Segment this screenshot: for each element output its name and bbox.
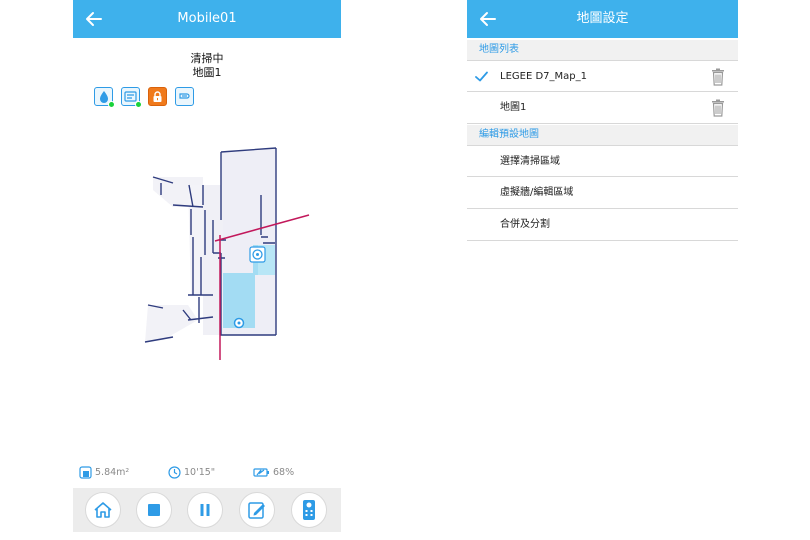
current-map-name: 地圖1 xyxy=(192,66,222,79)
device-title: Mobile01 xyxy=(177,11,237,26)
battery-icon xyxy=(253,468,269,477)
home-icon xyxy=(94,502,112,518)
section-header-edit-map: 編輯預設地圖 xyxy=(467,125,738,145)
remote-control-icon xyxy=(303,500,315,520)
check-icon xyxy=(475,71,488,82)
cleaning-map[interactable] xyxy=(133,145,333,370)
home-button[interactable] xyxy=(85,492,121,528)
remote-control-button[interactable] xyxy=(291,492,327,528)
robot-position-icon xyxy=(233,317,245,329)
section-header-map-list: 地圖列表 xyxy=(467,40,738,60)
area-value: 5.84m² xyxy=(95,467,130,478)
time-value: 10'15" xyxy=(184,467,216,478)
water-drop-icon[interactable] xyxy=(94,87,115,108)
pause-icon xyxy=(200,504,210,516)
edit-map-button[interactable] xyxy=(239,492,275,528)
battery-stat: 68% xyxy=(253,466,294,479)
menu-item-select-area[interactable]: 選擇清掃區域 xyxy=(467,145,738,177)
pause-button[interactable] xyxy=(187,492,223,528)
edit-icon xyxy=(248,502,265,519)
top-bar: Mobile01 xyxy=(73,0,341,38)
mode-icons xyxy=(94,87,194,108)
top-bar: 地圖設定 xyxy=(467,0,738,38)
menu-item-label: 合併及分割 xyxy=(500,219,550,230)
menu-item-label: 虛擬牆/編輯區域 xyxy=(500,187,574,198)
stop-icon xyxy=(148,504,160,516)
robot-dock xyxy=(249,246,266,263)
map-settings-screen: 地圖設定 地圖列表 LEGEE D7_Map_1 地圖1 編輯預設地圖 選擇清掃… xyxy=(467,0,738,245)
map-list-item[interactable]: 地圖1 xyxy=(467,92,738,124)
battery-value: 68% xyxy=(273,467,295,478)
active-indicator xyxy=(108,101,115,108)
map-name: LEGEE D7_Map_1 xyxy=(500,71,587,82)
trash-icon[interactable] xyxy=(711,99,725,117)
menu-item-label: 選擇清掃區域 xyxy=(500,156,560,167)
menu-item-virtual-wall[interactable]: 虛擬牆/編輯區域 xyxy=(467,177,738,209)
area-icon xyxy=(79,466,92,479)
area-stat: 5.84m² xyxy=(79,466,129,479)
robot-status-screen: Mobile01 清掃中 地圖1 5.84m² 10'15" 68% xyxy=(73,0,341,532)
clock-icon xyxy=(168,466,181,479)
time-stat: 10'15" xyxy=(168,466,215,479)
mop-mode-icon[interactable] xyxy=(121,87,142,108)
carpet-mode-icon[interactable] xyxy=(175,87,194,106)
lock-icon[interactable] xyxy=(148,87,167,106)
active-indicator xyxy=(135,101,142,108)
stop-button[interactable] xyxy=(136,492,172,528)
cleaning-stats: 5.84m² 10'15" 68% xyxy=(73,466,341,482)
page-title: 地圖設定 xyxy=(576,11,629,26)
map-name: 地圖1 xyxy=(500,102,527,113)
trash-icon[interactable] xyxy=(711,68,725,86)
map-list-item[interactable]: LEGEE D7_Map_1 xyxy=(467,60,738,92)
menu-item-merge-split[interactable]: 合併及分割 xyxy=(467,209,738,241)
bottom-toolbar xyxy=(73,488,341,532)
